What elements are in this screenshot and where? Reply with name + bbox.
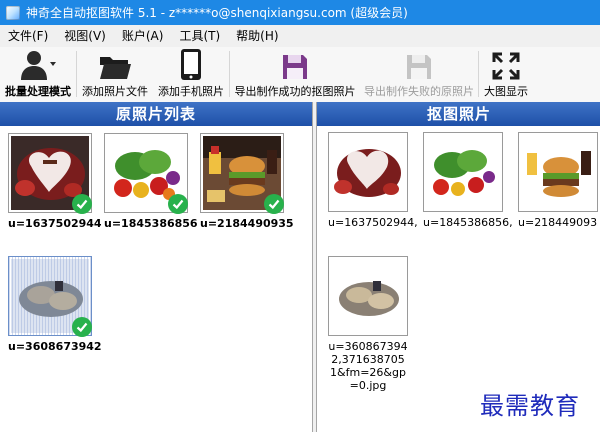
menu-file[interactable]: 文件(F)	[0, 25, 56, 47]
phone-icon	[181, 49, 201, 80]
menu-help[interactable]: 帮助(H)	[228, 25, 286, 47]
photo-caption: u=1845386856,3...	[423, 216, 513, 229]
folder-icon	[100, 57, 131, 79]
export-fail-button[interactable]: 导出制作失败的原照片	[360, 47, 478, 102]
add-phone-photo-button[interactable]: 添加手机照片	[153, 47, 229, 102]
title-bar: 神奇全自动抠图软件 5.1 - z******o@shenqixiangsu.c…	[0, 0, 600, 25]
add-photo-label: 添加照片文件	[82, 85, 148, 98]
big-view-button[interactable]: 大图显示	[479, 47, 533, 102]
export-success-label: 导出制作成功的抠图照片	[234, 85, 356, 98]
cutout-photo-header: 抠图照片	[317, 102, 600, 126]
cutout-bread	[331, 259, 405, 333]
menu-tools[interactable]: 工具(T)	[171, 25, 228, 47]
menu-account[interactable]: 账户(A)	[114, 25, 172, 47]
original-photo-item[interactable]: u=2184490935,34...	[200, 133, 294, 237]
app-icon	[6, 5, 20, 20]
photo-caption: u=1637502944,22...	[8, 217, 102, 230]
success-check-icon	[264, 194, 284, 214]
user-icon	[21, 51, 56, 80]
export-fail-label: 导出制作失败的原照片	[364, 85, 474, 98]
cutout-heart-cake	[331, 135, 405, 209]
menu-bar: 文件(F) 视图(V) 账户(A) 工具(T) 帮助(H)	[0, 25, 600, 48]
photo-caption: u=1845386856,34...	[104, 217, 198, 230]
save-icon	[283, 55, 307, 79]
original-photo-item[interactable]: u=1845386856,34...	[104, 133, 198, 237]
original-photo-header: 原照片列表	[0, 102, 312, 126]
success-check-icon	[72, 317, 92, 337]
big-view-label: 大图显示	[484, 85, 528, 98]
add-phone-photo-label: 添加手机照片	[158, 85, 224, 98]
cutout-photo-item[interactable]: u=3608673942,3716387051&fm=26&gp=0.jpg	[328, 256, 418, 392]
cutout-burger	[521, 135, 595, 209]
toolbar: 批量处理模式 添加照片文件 添加手机照片 导出制作成功的抠图照片 导出制作失败的…	[0, 47, 600, 103]
batch-mode-button[interactable]: 批量处理模式	[0, 47, 76, 102]
save-disabled-icon	[407, 55, 431, 79]
menu-view[interactable]: 视图(V)	[56, 25, 114, 47]
cutout-photo-item[interactable]: u=1637502944,2...	[328, 132, 418, 236]
thumbnail-frame	[328, 132, 408, 212]
photo-caption: u=1637502944,2...	[328, 216, 418, 229]
success-check-icon	[168, 194, 188, 214]
cutout-photo-item[interactable]: u=2184490935,3...	[518, 132, 600, 236]
thumbnail-frame	[518, 132, 598, 212]
thumbnail-frame	[423, 132, 503, 212]
expand-icon	[492, 52, 520, 80]
cutout-vegetables	[426, 135, 500, 209]
original-photo-item[interactable]: u=1637502944,22...	[8, 133, 102, 237]
photo-caption: u=2184490935,3...	[518, 216, 598, 229]
thumbnail-frame	[328, 256, 408, 336]
original-photo-panel: 原照片列表 u=1637502944,22...	[0, 102, 313, 432]
cutout-photo-panel: 抠图照片 u=1637502944,2...	[316, 102, 600, 432]
photo-caption: u=3608673942,3716387051&fm=26&gp=0.jpg	[328, 340, 408, 392]
export-success-button[interactable]: 导出制作成功的抠图照片	[230, 47, 360, 102]
success-check-icon	[72, 194, 92, 214]
photo-caption: u=3608673942,37...	[8, 340, 102, 353]
window-title: 神奇全自动抠图软件 5.1 - z******o@shenqixiangsu.c…	[26, 6, 408, 20]
original-photo-item-selected[interactable]: u=3608673942,37...	[8, 256, 102, 360]
batch-mode-label: 批量处理模式	[5, 85, 71, 98]
watermark-text: 最需教育	[480, 392, 580, 420]
photo-caption: u=2184490935,34...	[200, 217, 294, 230]
add-photo-button[interactable]: 添加照片文件	[77, 47, 153, 102]
cutout-photo-item[interactable]: u=1845386856,3...	[423, 132, 513, 236]
